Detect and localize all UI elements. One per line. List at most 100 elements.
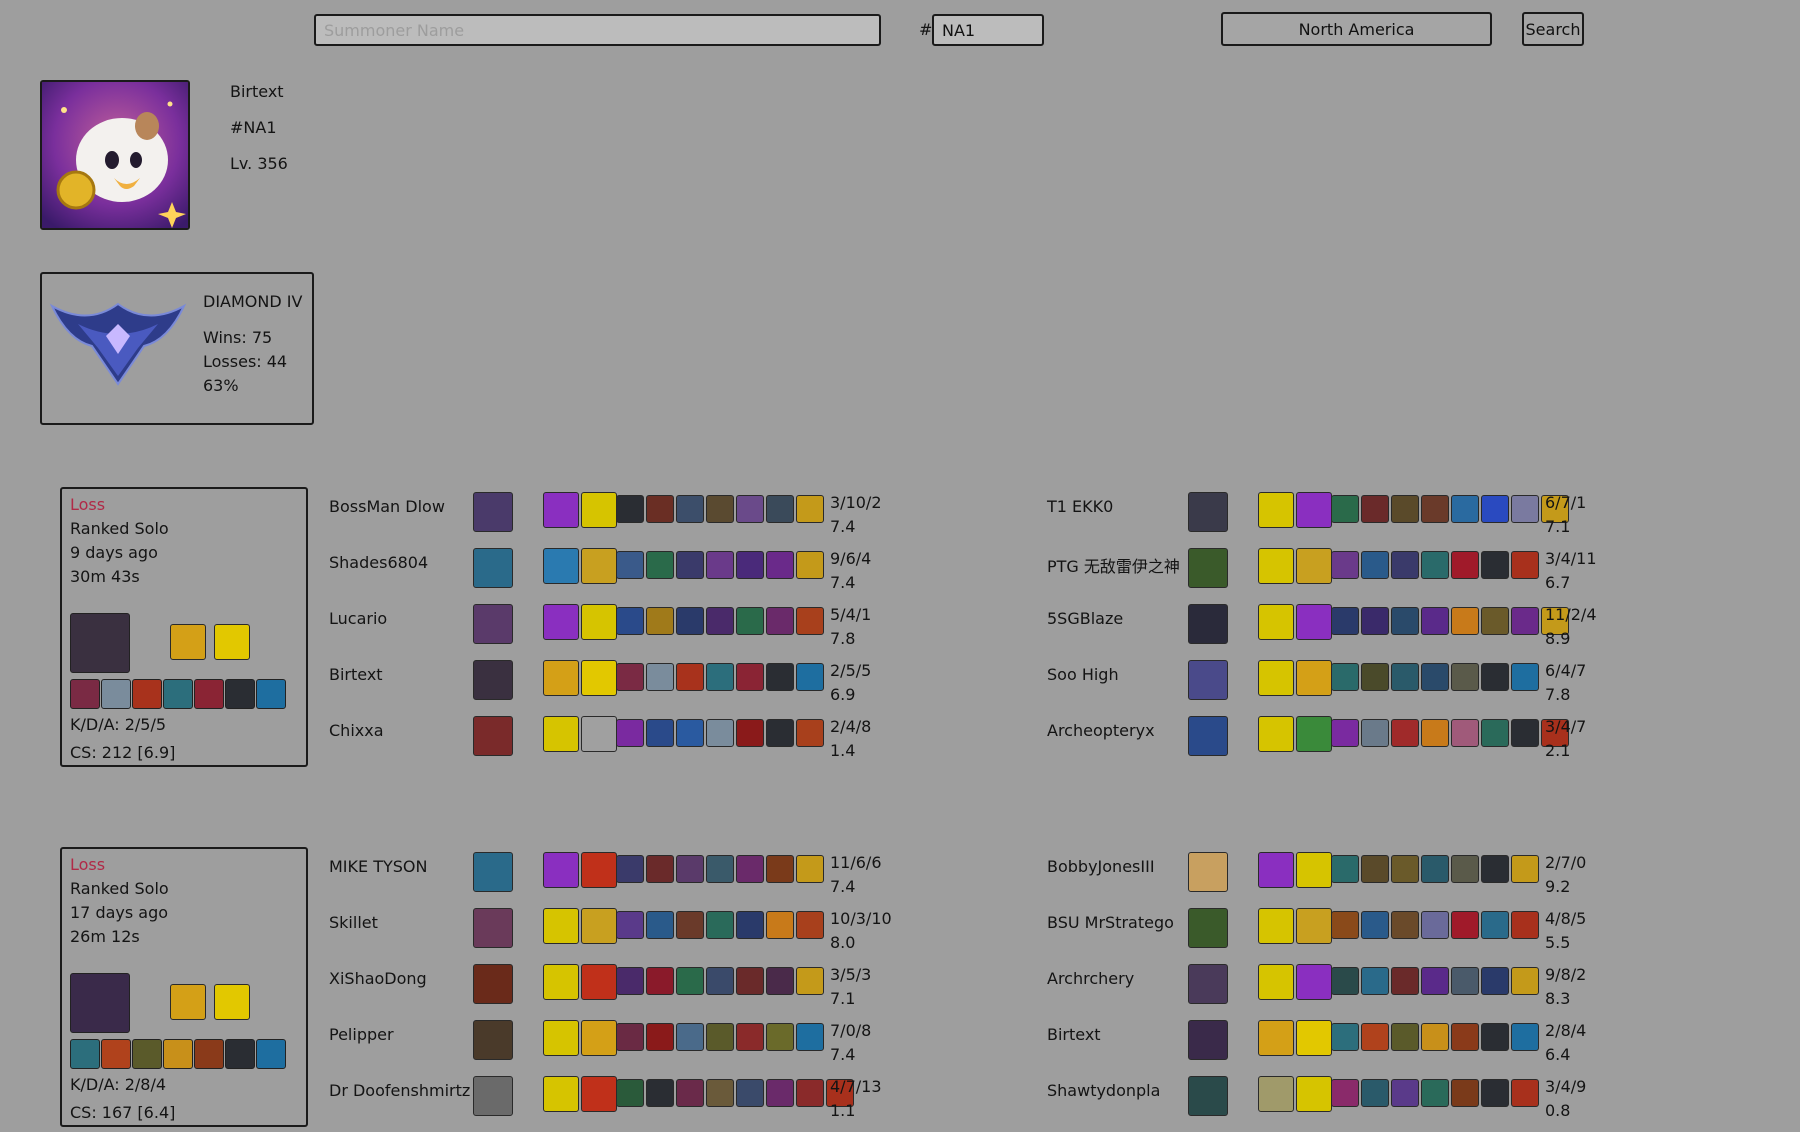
player-champion-icon <box>473 908 513 948</box>
summoner-spell-icon <box>1258 660 1294 696</box>
player-name-link[interactable]: BobbyJonesIII <box>1047 857 1155 876</box>
item-icon <box>1451 1079 1479 1107</box>
search-button-label: Search <box>1525 19 1581 39</box>
item-icon <box>646 1023 674 1051</box>
player-name-link[interactable]: Shades6804 <box>329 553 428 572</box>
item-icon <box>796 1079 824 1107</box>
item-icon <box>766 967 794 995</box>
player-score: 7.4 <box>830 1045 856 1064</box>
match-summary-card[interactable]: Loss Ranked Solo 9 days ago 30m 43s K/D/A: 2… <box>60 487 308 767</box>
player-name-link[interactable]: Soo High <box>1047 665 1119 684</box>
tag-input[interactable] <box>932 14 1044 46</box>
item-icon <box>132 679 162 709</box>
item-icon <box>766 551 794 579</box>
summoner-name-input[interactable] <box>314 14 881 46</box>
player-name-link[interactable]: PTG 无敌雷伊之神 <box>1047 553 1180 577</box>
summoner-spell-icon <box>214 624 250 660</box>
player-name-link[interactable]: Dr Doofenshmirtz <box>329 1081 470 1100</box>
item-icon <box>796 495 824 523</box>
player-champion-icon <box>473 1020 513 1060</box>
item-icon <box>1421 719 1449 747</box>
item-icon <box>1361 663 1389 691</box>
summoner-spell-icon <box>543 604 579 640</box>
player-kda: 3/4/11 <box>1545 549 1597 568</box>
player-name-link[interactable]: T1 EKK0 <box>1047 497 1113 516</box>
item-icon <box>766 855 794 883</box>
rank-winrate: 63% <box>203 376 239 395</box>
item-icon <box>1421 551 1449 579</box>
match-summary-card[interactable]: Loss Ranked Solo 17 days ago 26m 12s K/D/A: … <box>60 847 308 1127</box>
item-icon <box>132 1039 162 1069</box>
player-name-link[interactable]: Chixxa <box>329 721 384 740</box>
player-score: 8.3 <box>1545 989 1571 1008</box>
item-icon <box>706 967 734 995</box>
item-icon <box>646 663 674 691</box>
summoner-spell-icon <box>543 548 579 584</box>
player-name-link[interactable]: Archeopteryx <box>1047 721 1155 740</box>
empty-item-slot <box>1481 1079 1509 1107</box>
player-kda: 3/5/3 <box>830 965 872 984</box>
rank-wins: Wins: 75 <box>203 328 273 347</box>
item-icon <box>676 911 704 939</box>
summoner-spell-icon <box>543 964 579 1000</box>
summoner-spell-icon <box>1258 716 1294 752</box>
item-icon <box>1391 607 1419 635</box>
item-icon <box>1451 855 1479 883</box>
player-champion-icon <box>473 964 513 1004</box>
region-select[interactable]: North America <box>1221 12 1492 46</box>
item-icon <box>706 663 734 691</box>
player-name-link[interactable]: MIKE TYSON <box>329 857 427 876</box>
empty-item-slot <box>1481 551 1509 579</box>
item-icon <box>1331 719 1359 747</box>
player-name-link[interactable]: BSU MrStratego <box>1047 913 1174 932</box>
player-name-link[interactable]: Archrchery <box>1047 969 1134 988</box>
item-icon <box>1421 967 1449 995</box>
player-score: 6.9 <box>830 685 856 704</box>
match-queue: Ranked Solo <box>70 879 169 898</box>
item-icon <box>1451 551 1479 579</box>
summoner-spell-icon <box>1258 548 1294 584</box>
match-kda: K/D/A: 2/5/5 <box>70 715 167 734</box>
player-kda: 6/7/1 <box>1545 493 1587 512</box>
player-name-link[interactable]: Pelipper <box>329 1025 394 1044</box>
match-champion-icon <box>70 613 130 673</box>
item-icon <box>1391 719 1419 747</box>
match-cs: CS: 212 [6.9] <box>70 743 176 762</box>
player-name-link[interactable]: 5SGBlaze <box>1047 609 1123 628</box>
player-champion-icon <box>1188 716 1228 756</box>
player-champion-icon <box>473 604 513 644</box>
player-name-link[interactable]: XiShaoDong <box>329 969 427 988</box>
item-icon <box>676 719 704 747</box>
item-icon <box>676 495 704 523</box>
item-icon <box>766 911 794 939</box>
summoner-spell-icon <box>1296 492 1332 528</box>
item-icon <box>1331 1023 1359 1051</box>
item-icon <box>646 551 674 579</box>
item-icon <box>676 855 704 883</box>
item-icon <box>1391 495 1419 523</box>
item-icon <box>706 607 734 635</box>
match-duration: 30m 43s <box>70 567 140 586</box>
item-icon <box>766 1079 794 1107</box>
item-icon <box>1331 911 1359 939</box>
player-kda: 3/4/9 <box>1545 1077 1587 1096</box>
player-score: 0.8 <box>1545 1101 1571 1120</box>
item-icon <box>1481 911 1509 939</box>
item-icon <box>676 663 704 691</box>
player-name-link[interactable]: Birtext <box>329 665 383 684</box>
player-kda: 2/7/0 <box>1545 853 1587 872</box>
item-icon <box>1511 495 1539 523</box>
player-name-link[interactable]: Shawtydonpla <box>1047 1081 1160 1100</box>
item-icon <box>1331 663 1359 691</box>
player-name-link[interactable]: BossMan Dlow <box>329 497 445 516</box>
player-score: 7.8 <box>1545 685 1571 704</box>
search-button[interactable]: Search <box>1522 12 1584 46</box>
player-kda: 3/4/7 <box>1545 717 1587 736</box>
item-icon <box>1511 1023 1539 1051</box>
player-name-link[interactable]: Skillet <box>329 913 378 932</box>
player-name-link[interactable]: Birtext <box>1047 1025 1101 1044</box>
player-name-link[interactable]: Lucario <box>329 609 387 628</box>
diamond-emblem-icon <box>49 302 187 386</box>
item-icon <box>1361 495 1389 523</box>
item-icon <box>1421 663 1449 691</box>
